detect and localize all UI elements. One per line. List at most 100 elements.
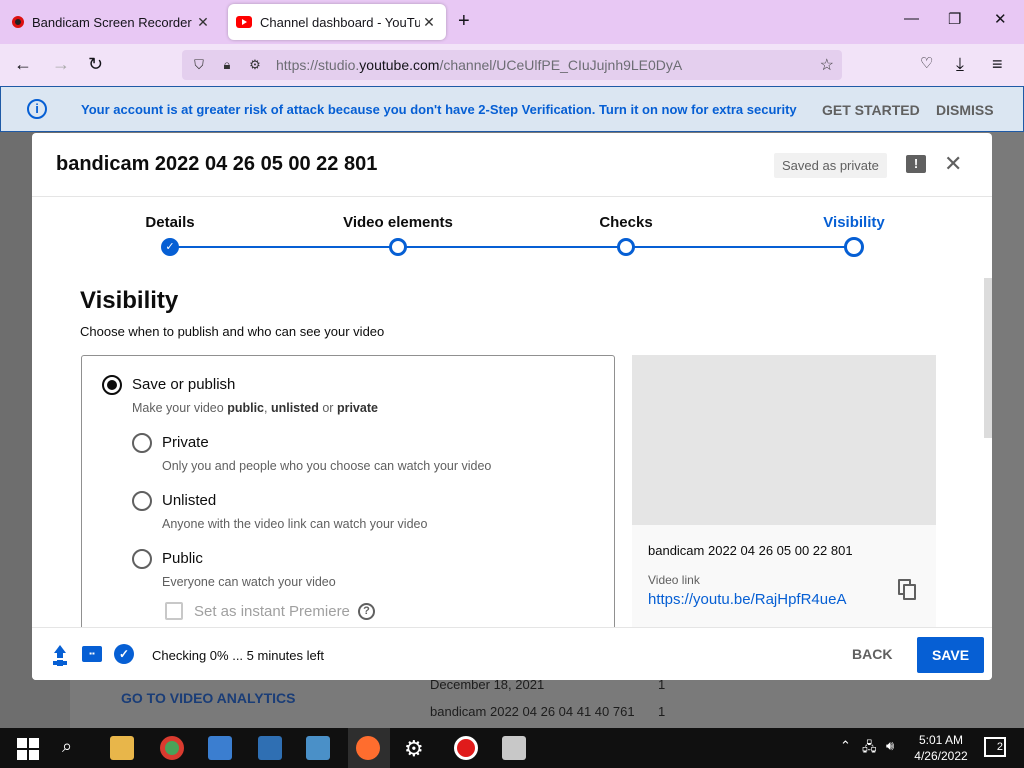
- dismiss-button[interactable]: DISMISS: [936, 102, 994, 118]
- pocket-icon[interactable]: ♡: [920, 54, 933, 72]
- upload-stepper: Details Video elements Checks Visibility…: [32, 197, 992, 267]
- step-checks-label[interactable]: Checks: [599, 214, 652, 231]
- public-radio[interactable]: [132, 549, 152, 569]
- close-dialog-icon[interactable]: ✕: [944, 151, 962, 177]
- dialog-footer: ▪▪ ✓ Checking 0% ... 5 minutes left BACK…: [32, 627, 992, 680]
- tab-youtube-studio[interactable]: Channel dashboard - YouTube S ✕: [228, 4, 446, 40]
- chrome-icon[interactable]: [160, 736, 184, 760]
- back-arrow-icon[interactable]: ←: [14, 54, 32, 75]
- shield-icon[interactable]: ⛉: [188, 57, 210, 73]
- minimize-icon[interactable]: —: [904, 10, 919, 27]
- clock-time: 5:01 AM: [918, 733, 964, 747]
- bandicam-record-icon[interactable]: [454, 736, 478, 760]
- video-analytics-link: GO TO VIDEO ANALYTICS: [121, 690, 296, 706]
- save-button[interactable]: SAVE: [917, 637, 984, 673]
- dialog-title: bandicam 2022 04 26 05 00 22 801: [56, 153, 378, 175]
- dialog-scrollbar[interactable]: [984, 278, 992, 438]
- save-or-publish-desc: Make your video public, unlisted or priv…: [132, 401, 378, 415]
- copy-icon[interactable]: [898, 579, 918, 601]
- hd-processing-icon[interactable]: ▪▪: [82, 646, 102, 662]
- bg-row-count: 1: [658, 704, 666, 719]
- video-preview-card: bandicam 2022 04 26 05 00 22 801 Video l…: [632, 355, 936, 627]
- get-started-button[interactable]: GET STARTED: [822, 102, 920, 118]
- upload-dialog: bandicam 2022 04 26 05 00 22 801 Saved a…: [32, 133, 992, 680]
- saved-status-badge: Saved as private: [774, 153, 887, 178]
- browser-nav-bar: ← → ↻ ⛉ 🔒︎ ⚙︎ https://studio.youtube.com…: [0, 44, 1024, 86]
- public-label[interactable]: Public: [162, 550, 203, 567]
- tab-close-icon[interactable]: ✕: [194, 14, 212, 31]
- youtube-favicon-icon: [236, 16, 252, 28]
- screenshot-tool-icon[interactable]: [502, 736, 526, 760]
- permissions-icon[interactable]: ⚙︎: [244, 57, 266, 73]
- downloads-icon[interactable]: ⤓: [956, 54, 964, 75]
- public-desc: Everyone can watch your video: [162, 575, 336, 589]
- forward-arrow-icon[interactable]: →: [52, 54, 70, 75]
- step-visibility-label[interactable]: Visibility: [823, 214, 884, 231]
- browser-tab-bar: Bandicam Screen Recorder Dow ✕ Channel d…: [0, 0, 1024, 44]
- security-banner: i Your account is at greater risk of att…: [0, 86, 1024, 132]
- private-label[interactable]: Private: [162, 434, 209, 451]
- notification-center-icon[interactable]: 2: [984, 737, 1006, 757]
- new-tab-button[interactable]: +: [458, 10, 470, 33]
- restore-icon[interactable]: ❐: [948, 10, 961, 28]
- tab-title: Channel dashboard - YouTube S: [260, 14, 420, 30]
- checks-complete-icon[interactable]: ✓: [114, 644, 134, 664]
- stepper-progress-line: [170, 246, 854, 248]
- upload-status-text: Checking 0% ... 5 minutes left: [152, 648, 324, 663]
- step-details-check-icon[interactable]: ✓: [161, 238, 179, 256]
- info-icon: i: [27, 99, 47, 119]
- unlisted-desc: Anyone with the video link can watch you…: [162, 517, 428, 531]
- network-icon[interactable]: 🖧︎: [862, 738, 877, 760]
- windows-start-icon[interactable]: [16, 736, 40, 760]
- step-video-elements-dot[interactable]: [389, 238, 407, 256]
- instant-premiere-label[interactable]: Set as instant Premiere: [194, 603, 350, 620]
- firefox-icon[interactable]: [356, 736, 380, 760]
- file-explorer-icon[interactable]: [110, 736, 134, 760]
- volume-icon[interactable]: 🔊︎: [886, 738, 894, 754]
- step-details-label[interactable]: Details: [145, 214, 194, 231]
- settings-gear-icon[interactable]: ⚙: [404, 736, 428, 761]
- bandicam-favicon-icon: [12, 16, 24, 28]
- tab-bandicam[interactable]: Bandicam Screen Recorder Dow ✕: [4, 4, 220, 40]
- save-or-publish-card: Save or publish Make your video public, …: [81, 355, 615, 627]
- step-visibility-dot[interactable]: [844, 237, 864, 257]
- private-desc: Only you and people who you choose can w…: [162, 459, 492, 473]
- video-thumbnail[interactable]: [632, 355, 936, 525]
- unlisted-label[interactable]: Unlisted: [162, 492, 216, 509]
- menu-icon[interactable]: ≡: [992, 54, 1003, 75]
- dialog-body[interactable]: Visibility Choose when to publish and wh…: [32, 267, 992, 627]
- visibility-heading: Visibility: [80, 287, 179, 314]
- tab-close-icon[interactable]: ✕: [420, 14, 438, 31]
- unlisted-radio[interactable]: [132, 491, 152, 511]
- tray-expand-icon[interactable]: ⌃: [840, 738, 851, 754]
- remote-desktop-icon[interactable]: [258, 736, 282, 760]
- save-or-publish-radio[interactable]: [102, 375, 122, 395]
- visibility-subheading: Choose when to publish and who can see y…: [80, 324, 385, 339]
- banner-message: Your account is at greater risk of attac…: [81, 101, 797, 117]
- instant-premiere-checkbox[interactable]: [165, 602, 183, 620]
- video-link-label: Video link: [648, 573, 700, 587]
- bg-row-title: bandicam 2022 04 26 04 41 40 761: [430, 704, 635, 719]
- search-icon[interactable]: ⌕: [62, 736, 86, 760]
- reload-icon[interactable]: ↻: [88, 54, 103, 75]
- tab-title: Bandicam Screen Recorder Dow: [32, 14, 194, 30]
- window-close-icon[interactable]: ✕: [994, 10, 1007, 28]
- feedback-icon[interactable]: !: [906, 155, 926, 173]
- back-button[interactable]: BACK: [852, 646, 892, 662]
- lock-icon[interactable]: 🔒︎: [216, 57, 238, 73]
- save-or-publish-label[interactable]: Save or publish: [132, 376, 235, 393]
- help-icon[interactable]: ?: [358, 603, 375, 620]
- dialog-header: bandicam 2022 04 26 05 00 22 801 Saved a…: [32, 133, 992, 197]
- control-panel-icon[interactable]: [306, 736, 330, 760]
- upload-icon[interactable]: [52, 645, 68, 663]
- step-video-elements-label[interactable]: Video elements: [343, 214, 453, 231]
- clock-date: 4/26/2022: [914, 749, 968, 763]
- url-text[interactable]: https://studio.youtube.com/channel/UCeUl…: [276, 57, 682, 73]
- private-radio[interactable]: [132, 433, 152, 453]
- video-link[interactable]: https://youtu.be/RajHpfR4ueA: [648, 591, 846, 608]
- bookmark-star-icon[interactable]: ☆: [820, 55, 834, 75]
- step-checks-dot[interactable]: [617, 238, 635, 256]
- store-icon[interactable]: [208, 736, 232, 760]
- system-clock[interactable]: 5:01 AM 4/26/2022: [912, 732, 970, 764]
- address-bar[interactable]: ⛉ 🔒︎ ⚙︎ https://studio.youtube.com/chann…: [182, 50, 842, 80]
